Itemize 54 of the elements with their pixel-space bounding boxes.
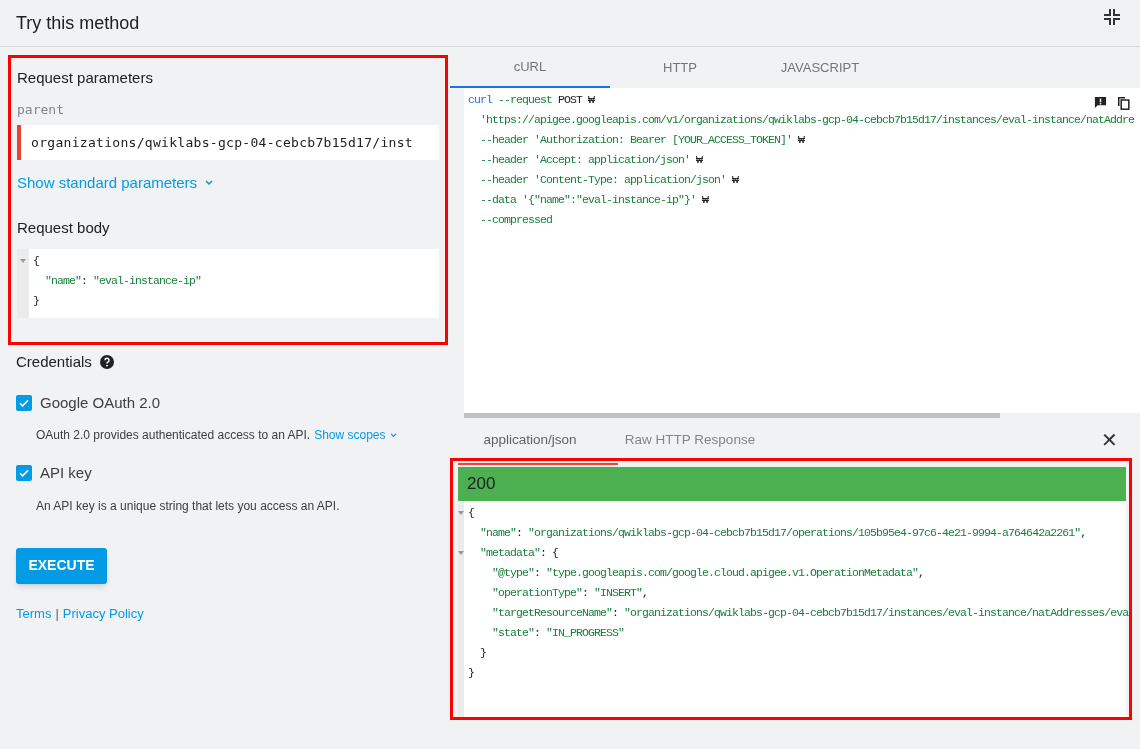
- footer-link[interactable]: Privacy Policy: [62, 603, 144, 623]
- close-button[interactable]: ✕: [1101, 430, 1118, 450]
- description-text: An API key is a unique string that lets you access an API.: [36, 497, 340, 515]
- code-line: --compressed: [479, 212, 553, 228]
- status-bar: 200: [458, 467, 1126, 501]
- code-tab[interactable]: JAVASCRIPT: [750, 47, 890, 88]
- description-text: OAuth 2.0 provides authenticated access to an API.: [36, 427, 311, 444]
- code-line: "name": "organizations/qwiklabs-gcp-04-cebcb7b15d17/operations/105b95e4-97c6-4e21-9994-a764642a2261",: [479, 525, 1087, 541]
- checkbox-label: API key: [40, 463, 92, 483]
- check-icon: [18, 467, 30, 480]
- checkbox-label: Google OAuth 2.0: [40, 392, 161, 413]
- collapse-icon[interactable]: [1104, 9, 1120, 25]
- code-line: }: [468, 665, 474, 681]
- help-icon[interactable]: [99, 355, 114, 370]
- section-heading: Request body: [17, 217, 111, 238]
- section-heading: Request parameters: [17, 68, 154, 88]
- code-line: "targetResourceName": "organizations/qwiklabs-gcp-04-cebcb7b15d17/instances/eval-instance/natAddresses/eva: [491, 605, 1129, 621]
- show-scopes-link[interactable]: Show scopes: [314, 426, 397, 444]
- response-tab[interactable]: Raw HTTP Response: [610, 422, 770, 458]
- field-label: parent: [17, 100, 65, 119]
- code-line: }: [33, 293, 39, 309]
- separator: |: [55, 604, 59, 623]
- code-line: }: [479, 645, 486, 661]
- section-heading: Credentials: [16, 352, 92, 372]
- footer-link[interactable]: Terms: [16, 603, 52, 623]
- fold-icon[interactable]: [458, 511, 464, 515]
- fold-icon[interactable]: [20, 259, 26, 263]
- code-line: "name": "eval-instance-ip": [44, 273, 202, 289]
- copy-icon[interactable]: [1117, 96, 1130, 110]
- code-line: "metadata": {: [479, 545, 559, 561]
- code-line: --header 'Content-Type: application/json' ₩: [479, 172, 739, 188]
- request-body-editor[interactable]: { "name": "eval-instance-ip" }: [17, 249, 439, 318]
- show-parameters-link[interactable]: Show standard parameters: [17, 172, 214, 195]
- checkbox[interactable]: [16, 465, 32, 482]
- fold-icon[interactable]: [458, 551, 464, 555]
- response-tab[interactable]: application/json: [450, 422, 610, 458]
- code-line: --header 'Authorization: Bearer [YOUR_ACCESS_TOKEN]' ₩: [479, 132, 805, 148]
- feedback-icon[interactable]: [1094, 96, 1107, 109]
- code-line: curl --request POST ₩: [468, 92, 595, 108]
- execute-button[interactable]: EXECUTE: [16, 547, 107, 584]
- code-line: "state": "IN_PROGRESS": [491, 625, 625, 641]
- code-line: --data '{"name":"eval-instance-ip"}' ₩: [479, 192, 709, 208]
- code-line: {: [33, 253, 39, 269]
- code-line: "operationType": "INSERT",: [491, 585, 649, 601]
- page-title: Try this method: [16, 11, 140, 35]
- chevron-icon: [205, 180, 214, 187]
- checkbox[interactable]: [16, 394, 32, 411]
- code-line: "@type": "type.googleapis.com/google.cloud.apigee.v1.OperationMetadata",: [491, 565, 925, 581]
- chevron-icon: [389, 432, 397, 438]
- parent-field[interactable]: organizations/qwiklabs-gcp-04-cebcb7b15d17/inst: [17, 125, 439, 160]
- code-tab[interactable]: HTTP: [610, 47, 750, 88]
- code-line: 'https://apigee.googleapis.com/v1/organizations/qwiklabs-gcp-04-cebcb7b15d17/instances/eval-instance/natAddre: [479, 112, 1135, 128]
- code-line: {: [468, 505, 474, 521]
- code-line: --header 'Accept: application/json' ₩: [479, 152, 703, 168]
